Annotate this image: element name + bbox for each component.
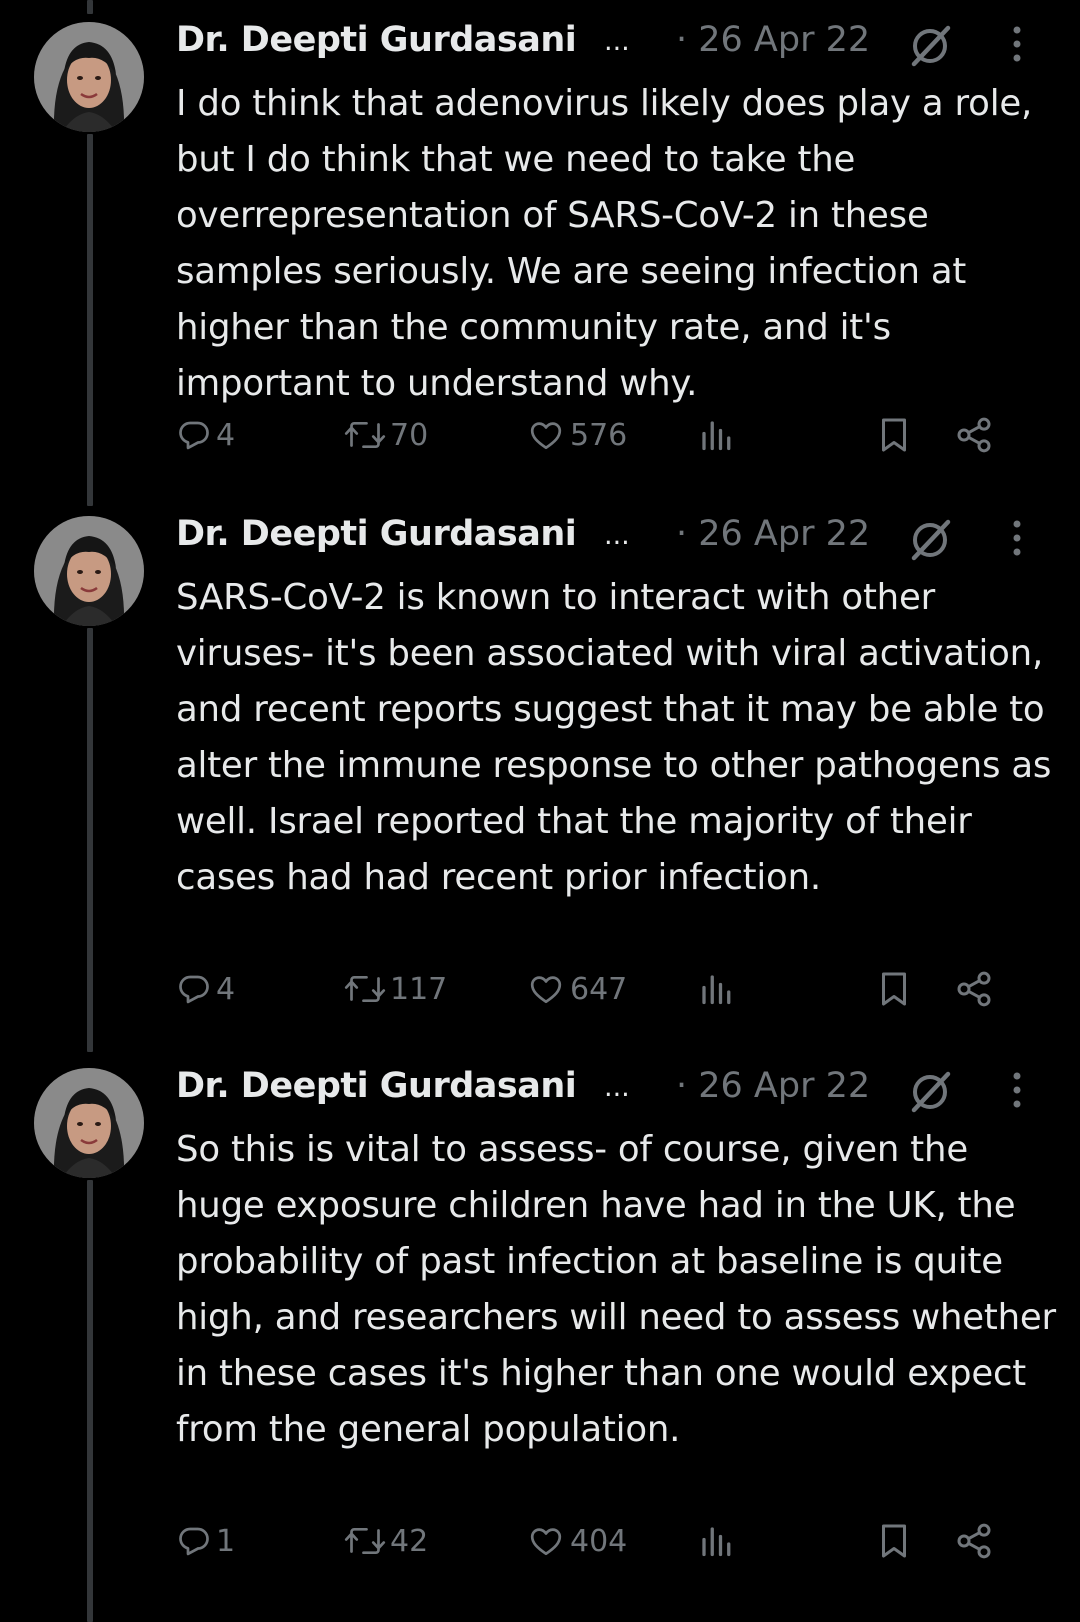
name-truncation: ...: [604, 26, 630, 57]
like-button[interactable]: 404: [526, 1516, 627, 1566]
share-icon: [957, 971, 991, 1007]
tweet-date[interactable]: · 26 Apr 22: [676, 514, 870, 554]
author-name[interactable]: Dr. Deepti Gurdasani: [176, 20, 577, 60]
bookmark-icon: [882, 418, 906, 452]
avatar[interactable]: [34, 1068, 144, 1178]
reply-icon: [179, 1527, 209, 1556]
like-count: 647: [570, 971, 628, 1007]
repost-button[interactable]: 42: [344, 1516, 428, 1566]
reply-count: 4: [216, 971, 236, 1007]
tweet-date[interactable]: · 26 Apr 22: [676, 1066, 870, 1106]
heart-icon: [530, 1528, 562, 1556]
grok-icon[interactable]: [906, 516, 956, 562]
avatar[interactable]: [34, 22, 144, 132]
reply-count: 1: [216, 1523, 236, 1559]
tweet[interactable]: Dr. Deepti Gurdasani ... · 26 Apr 22 I d…: [0, 14, 1080, 494]
bookmark-button[interactable]: [876, 964, 912, 1014]
tweet[interactable]: Dr. Deepti Gurdasani ... · 26 Apr 22 SAR…: [0, 508, 1080, 1048]
share-icon: [957, 417, 991, 453]
reply-icon: [179, 421, 209, 450]
views-button[interactable]: [698, 1516, 734, 1566]
like-button[interactable]: 576: [526, 410, 627, 460]
more-icon[interactable]: [1006, 518, 1028, 558]
repost-icon: [344, 421, 386, 449]
like-count: 576: [570, 417, 628, 453]
tweet[interactable]: Dr. Deepti Gurdasani ... · 26 Apr 22 So …: [0, 1060, 1080, 1622]
thread-line: [87, 0, 93, 14]
grok-icon[interactable]: [906, 22, 956, 68]
tweet-text: So this is vital to assess- of course, g…: [176, 1129, 1056, 1450]
views-button[interactable]: [698, 964, 734, 1014]
repost-count: 42: [390, 1523, 429, 1559]
repost-button[interactable]: 70: [344, 410, 428, 460]
avatar[interactable]: [34, 516, 144, 626]
heart-icon: [530, 976, 562, 1004]
author-name[interactable]: Dr. Deepti Gurdasani: [176, 1066, 577, 1106]
grok-icon[interactable]: [906, 1068, 956, 1114]
author-name[interactable]: Dr. Deepti Gurdasani: [176, 514, 577, 554]
bookmark-icon: [882, 972, 906, 1006]
reply-button[interactable]: 4: [176, 964, 235, 1014]
share-button[interactable]: [954, 1516, 994, 1566]
name-truncation: ...: [604, 520, 630, 551]
reply-button[interactable]: 4: [176, 410, 235, 460]
views-icon: [702, 421, 731, 451]
bookmark-button[interactable]: [876, 1516, 912, 1566]
like-count: 404: [570, 1523, 628, 1559]
views-button[interactable]: [698, 410, 734, 460]
reply-button[interactable]: 1: [176, 1516, 235, 1566]
share-icon: [957, 1523, 991, 1559]
views-icon: [702, 975, 731, 1005]
share-button[interactable]: [954, 410, 994, 460]
repost-icon: [344, 975, 386, 1003]
heart-icon: [530, 422, 562, 450]
bookmark-icon: [882, 1524, 906, 1558]
repost-count: 70: [390, 417, 429, 453]
tweet-date[interactable]: · 26 Apr 22: [676, 20, 870, 60]
more-icon[interactable]: [1006, 1070, 1028, 1110]
tweet-text: I do think that adenovirus likely does p…: [176, 83, 1033, 404]
more-icon[interactable]: [1006, 24, 1028, 64]
like-button[interactable]: 647: [526, 964, 627, 1014]
repost-icon: [344, 1527, 386, 1555]
reply-icon: [179, 975, 209, 1004]
name-truncation: ...: [604, 1072, 630, 1103]
reply-count: 4: [216, 417, 236, 453]
repost-button[interactable]: 117: [344, 964, 447, 1014]
repost-count: 117: [390, 971, 448, 1007]
bookmark-button[interactable]: [876, 410, 912, 460]
share-button[interactable]: [954, 964, 994, 1014]
views-icon: [702, 1527, 731, 1557]
tweet-text: SARS-CoV-2 is known to interact with oth…: [176, 577, 1052, 898]
